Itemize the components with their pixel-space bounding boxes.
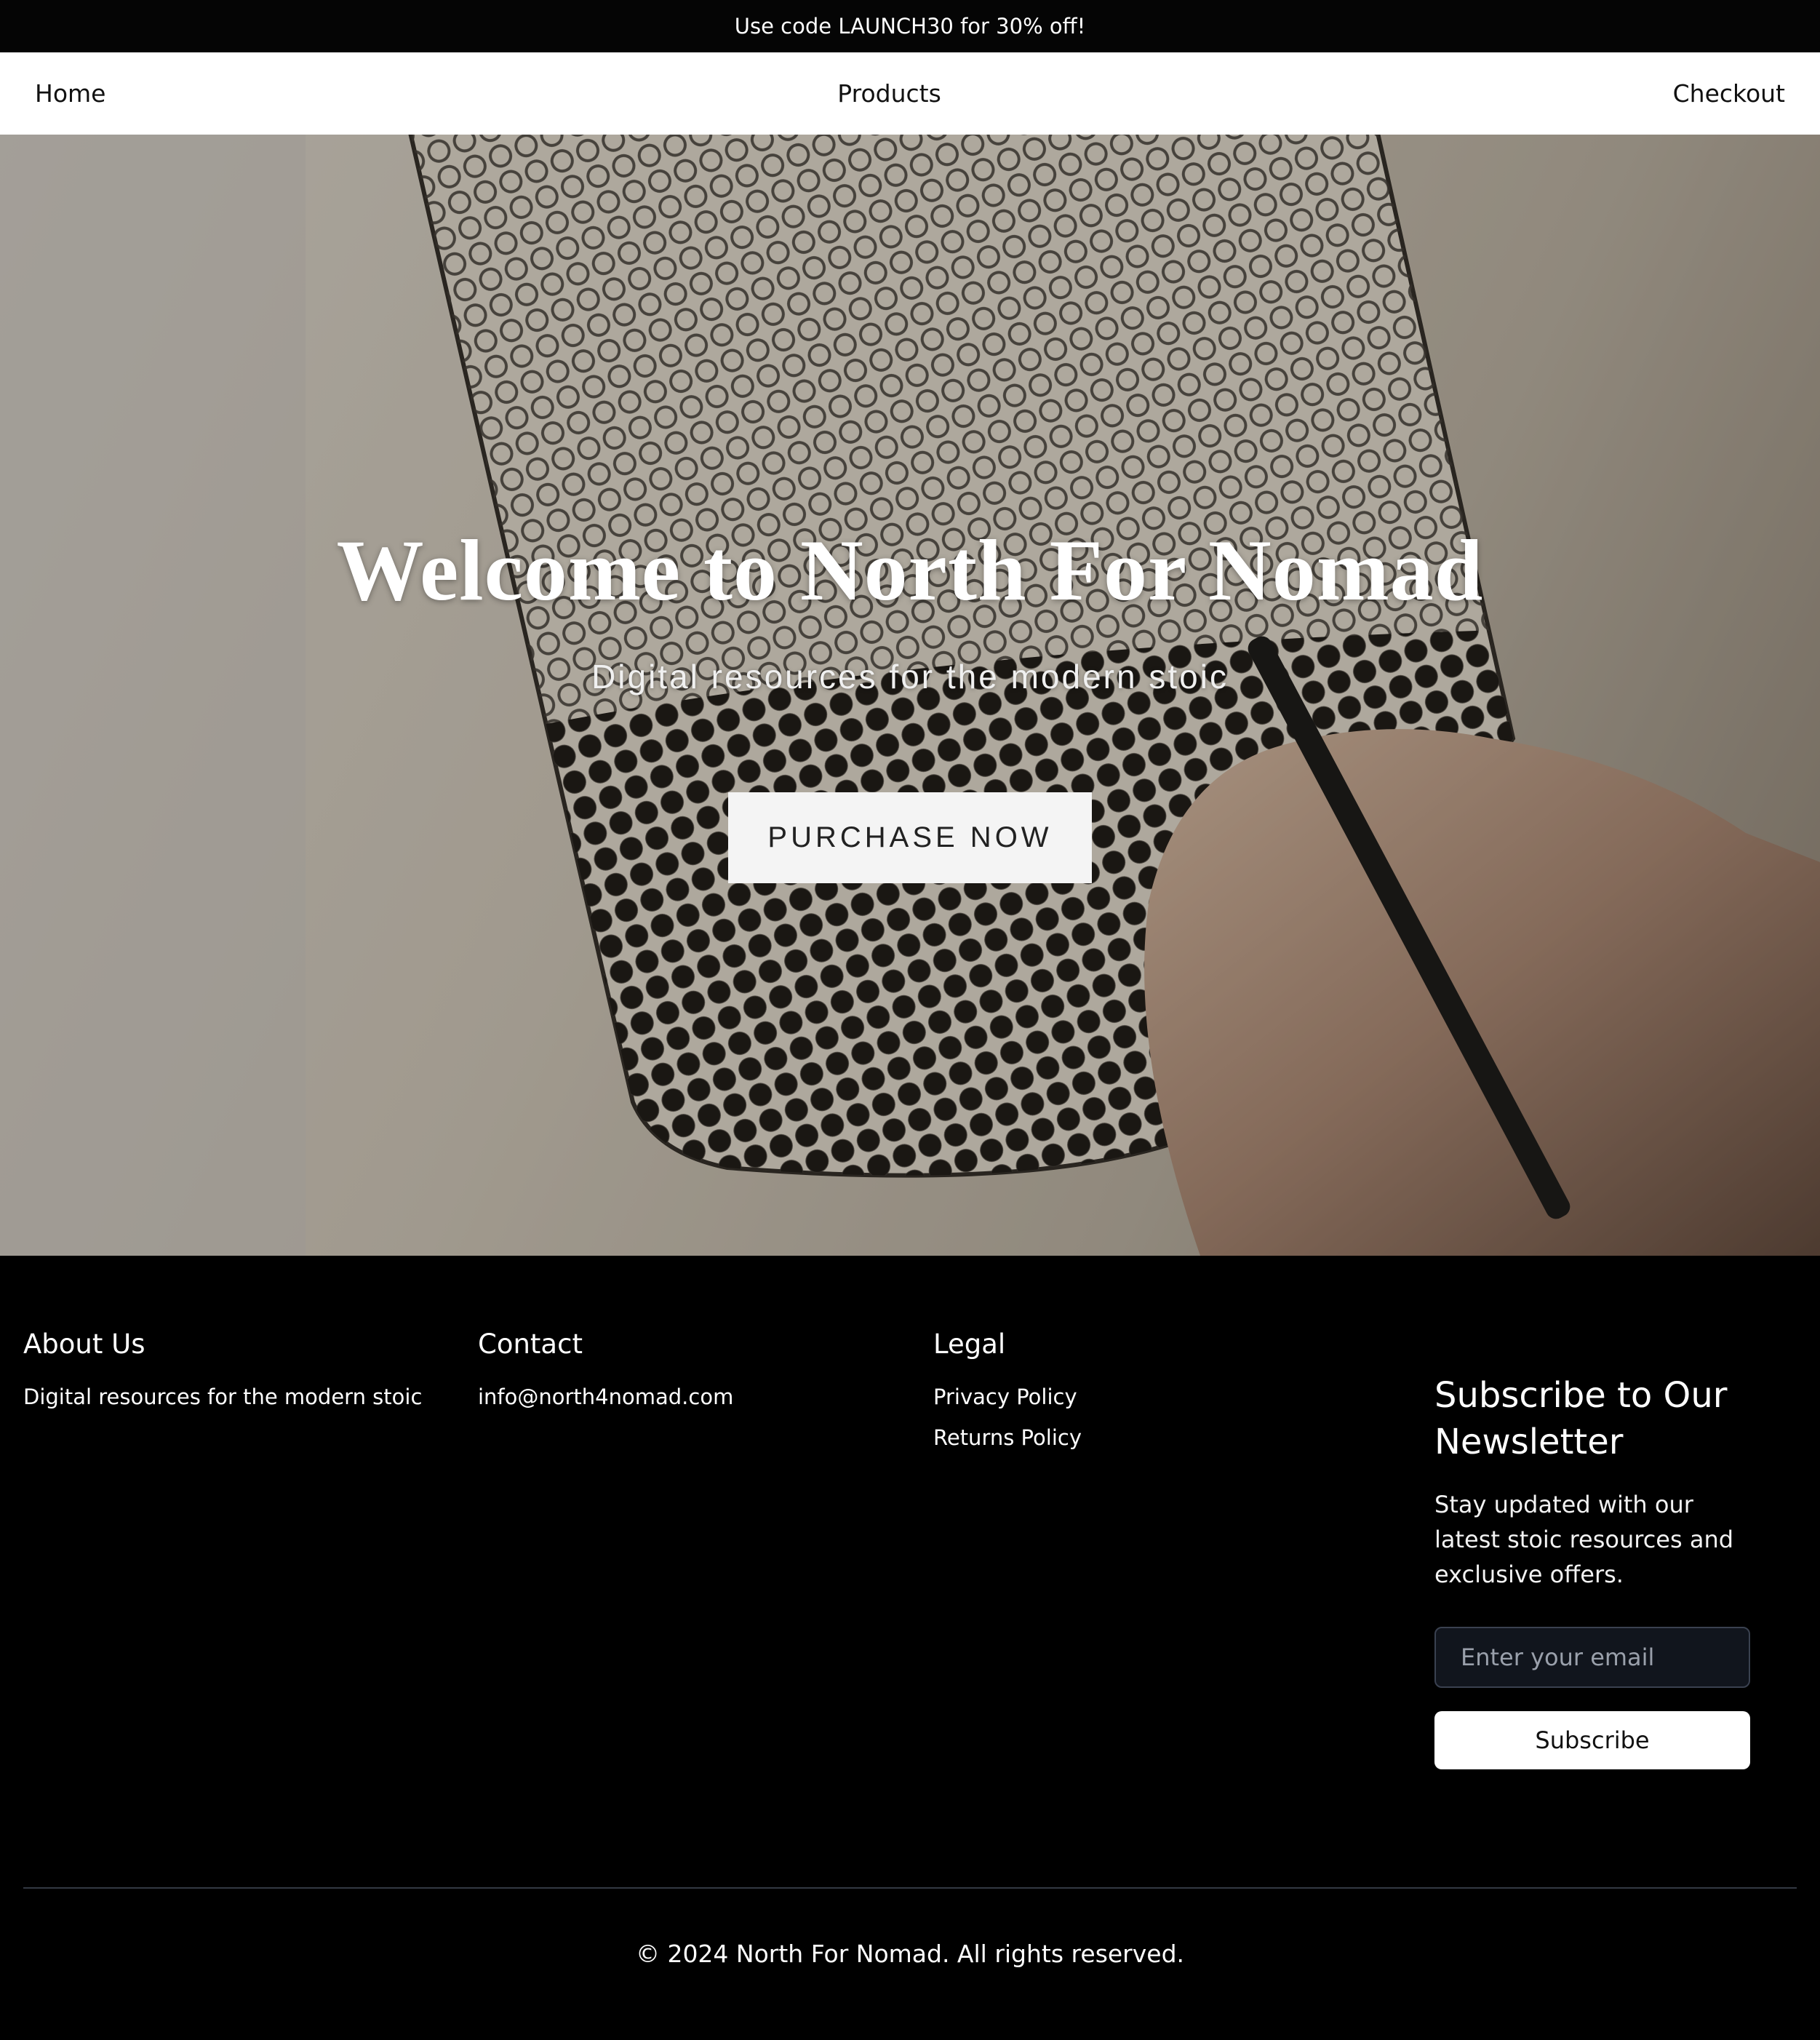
hero-title: Welcome to North For Nomad xyxy=(336,522,1484,618)
footer-contact-email-link[interactable]: info@north4nomad.com xyxy=(478,1384,733,1409)
nav-checkout-link[interactable]: Checkout xyxy=(1673,79,1785,108)
footer-about-text: Digital resources for the modern stoic xyxy=(23,1384,423,1409)
announcement-bar: Use code LAUNCH30 for 30% off! xyxy=(0,0,1820,52)
footer-about: About Us Digital resources for the moder… xyxy=(23,1328,422,1425)
footer-contact: Contact info@north4nomad.com xyxy=(478,1328,733,1425)
newsletter-section: Subscribe to Our Newsletter Stay updated… xyxy=(1434,1372,1755,1769)
announcement-text: Use code LAUNCH30 for 30% off! xyxy=(734,14,1086,39)
subscribe-button[interactable]: Subscribe xyxy=(1434,1711,1750,1769)
footer-about-heading: About Us xyxy=(23,1328,145,1360)
privacy-policy-link[interactable]: Privacy Policy xyxy=(933,1384,1082,1409)
newsletter-heading: Subscribe to Our Newsletter xyxy=(1434,1375,1728,1462)
footer-divider xyxy=(23,1887,1797,1889)
footer-legal: Legal Privacy Policy Returns Policy xyxy=(933,1328,1082,1466)
newsletter-text: Stay updated with our latest stoic resou… xyxy=(1434,1491,1734,1588)
main-nav: Home Products Checkout xyxy=(0,52,1820,135)
site-footer: About Us Digital resources for the moder… xyxy=(0,1256,1820,2040)
footer-legal-heading: Legal xyxy=(933,1328,1006,1360)
copyright-text: © 2024 North For Nomad. All rights reser… xyxy=(635,1940,1185,1968)
footer-contact-heading: Contact xyxy=(478,1328,583,1360)
purchase-now-button[interactable]: PURCHASE NOW xyxy=(728,792,1092,883)
hero-subtitle: Digital resources for the modern stoic xyxy=(591,658,1229,696)
newsletter-email-input[interactable] xyxy=(1434,1627,1750,1688)
nav-home-link[interactable]: Home xyxy=(35,79,105,108)
nav-products-link[interactable]: Products xyxy=(837,79,941,108)
returns-policy-link[interactable]: Returns Policy xyxy=(933,1425,1082,1450)
hero-section: Welcome to North For Nomad Digital resou… xyxy=(0,135,1820,1256)
